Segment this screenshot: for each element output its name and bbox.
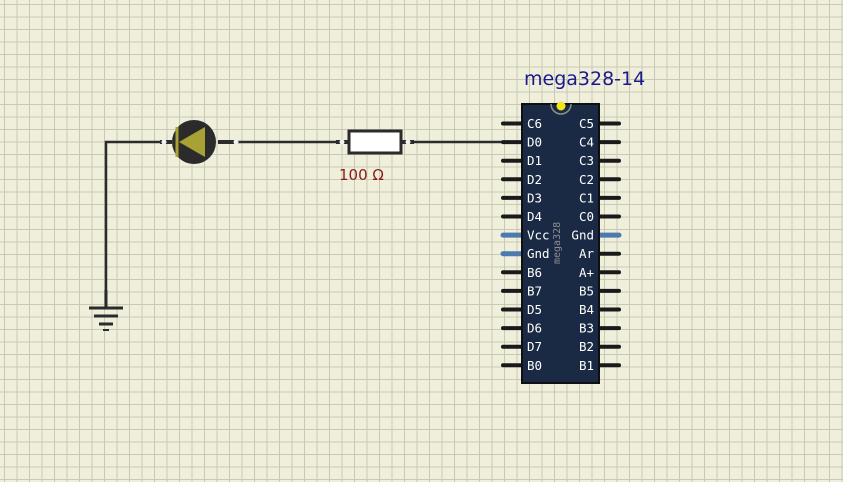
chip-pin-label: B2	[579, 339, 594, 354]
chip-pin-label: C4	[579, 135, 594, 150]
chip-pin-label: C2	[579, 172, 594, 187]
chip-pin-label: B6	[527, 265, 542, 280]
chip-pin-label: C6	[527, 116, 542, 131]
chip-pin-label: D3	[527, 190, 542, 205]
chip-pin-label: D6	[527, 321, 542, 336]
chip-pin-label: C0	[579, 209, 594, 224]
chip-pin-label: Gnd	[571, 228, 594, 243]
chip-pin-label: Gnd	[527, 246, 550, 261]
resistor-component[interactable]	[336, 129, 414, 155]
chip-pin-label: D4	[527, 209, 542, 224]
chip-pin1-marker-icon	[556, 101, 566, 111]
chip-pin-label: Ar	[579, 246, 595, 261]
chip-pin-label: D1	[527, 153, 542, 168]
chip-component[interactable]: C6 D0 D1 D2 D3 D4 Vcc Gnd B6 B7 D5 D6 D7 B0 C5 C4 C3 C2 C1…	[500, 101, 622, 384]
ground-symbol-icon[interactable]	[89, 290, 123, 331]
led-component[interactable]	[160, 120, 239, 164]
chip-pin-label: B3	[579, 321, 594, 336]
schematic-canvas[interactable]: 100 Ω mega328-14 C6 D0 D1 D2 D3 D4 Vcc Gnd B6 B7 D…	[0, 0, 843, 482]
chip-pin-label: D0	[527, 135, 542, 150]
chip-pin-label: D7	[527, 339, 542, 354]
wire-ground-to-led[interactable]	[104, 140, 164, 300]
chip-pin-label: B0	[527, 358, 542, 373]
wires	[104, 140, 508, 300]
chip-pin-label: B4	[579, 302, 594, 317]
chip-pin-label: B1	[579, 358, 594, 373]
chip-pin-label: C5	[579, 116, 594, 131]
chip-pin-label: B7	[527, 283, 542, 298]
chip-pin-label: C3	[579, 153, 594, 168]
chip-pin-label: D5	[527, 302, 542, 317]
chip-pin-label: C1	[579, 190, 594, 205]
chip-pin-label: B5	[579, 283, 594, 298]
chip-pin-label: D2	[527, 172, 542, 187]
chip-side-label: mega328	[552, 222, 563, 264]
resistor-value-label: 100 Ω	[339, 166, 384, 184]
chip-pin-label: A+	[579, 265, 594, 280]
resistor-body	[347, 129, 403, 155]
chip-title: mega328-14	[524, 68, 645, 90]
chip-pin-label: Vcc	[527, 228, 550, 243]
